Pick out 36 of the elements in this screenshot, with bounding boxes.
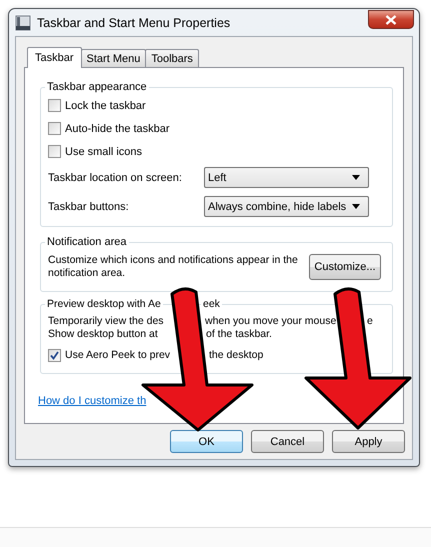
customize-button[interactable]: Customize...	[309, 254, 381, 280]
tab[interactable]: Toolbars	[145, 49, 199, 67]
dialog-button[interactable]: Apply	[332, 430, 405, 453]
checkbox[interactable]	[48, 99, 61, 112]
description-text: Show desktop button at	[48, 328, 158, 341]
checkbox-label: Lock the taskbar	[65, 100, 146, 112]
description-text: Temporarily view the des	[48, 315, 164, 328]
checkbox[interactable]	[48, 145, 61, 158]
description-text: Customize which icons and notifications appear in the notification area.	[48, 254, 299, 280]
group-title: Preview desktop with Ae	[45, 298, 163, 311]
check-icon	[50, 350, 59, 360]
checkbox-label: Use Aero Peek to prev	[65, 349, 170, 361]
help-link[interactable]: How do I customize th	[38, 395, 146, 407]
checkbox[interactable]	[48, 348, 61, 362]
close-button[interactable]	[368, 10, 414, 29]
checkbox[interactable]	[48, 122, 61, 135]
field-label: Taskbar location on screen:	[48, 172, 183, 184]
checkbox-label: the desktop	[209, 349, 264, 361]
dialog-button[interactable]: OK	[170, 430, 243, 453]
group-title: Taskbar appearance	[45, 81, 149, 94]
checkbox-label: Auto-hide the taskbar	[65, 122, 170, 134]
tab[interactable]: Taskbar	[27, 47, 82, 68]
description-text: when you move your mouse	[205, 315, 336, 328]
description-text: e	[367, 315, 373, 328]
buttons-dropdown[interactable]: Always combine, hide labels	[204, 196, 369, 217]
caret-icon	[352, 204, 360, 209]
field-label: Taskbar buttons:	[48, 200, 130, 212]
location-dropdown[interactable]: Left	[204, 167, 369, 188]
tab[interactable]: Start Menu	[80, 49, 146, 67]
caret-icon	[352, 175, 360, 180]
close-icon	[385, 14, 397, 24]
window-title: Taskbar and Start Menu Properties	[37, 16, 230, 30]
description-text: of the taskbar.	[206, 328, 272, 341]
checkbox-label: Use small icons	[65, 146, 142, 158]
taskbar-icon	[15, 14, 31, 30]
dialog-button[interactable]: Cancel	[251, 430, 324, 453]
